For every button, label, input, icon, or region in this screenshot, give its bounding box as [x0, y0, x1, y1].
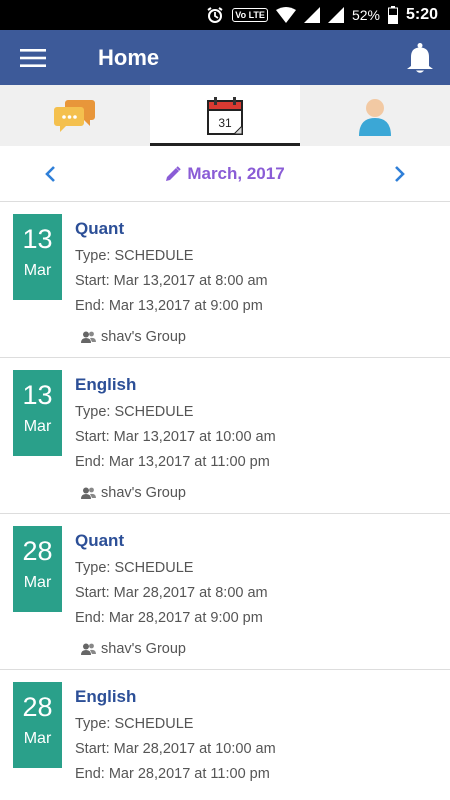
calendar-icon-day: 31	[218, 116, 232, 130]
battery-percent: 52%	[351, 7, 380, 23]
previous-month-button[interactable]	[0, 146, 100, 202]
event-item[interactable]: 28 Mar Quant Type: SCHEDULE Start: Mar 2…	[0, 514, 450, 670]
event-end: End: Mar 28,2017 at 11:00 pm	[75, 766, 270, 782]
tab-bar: 31	[0, 85, 450, 146]
event-title: English	[75, 687, 137, 706]
chevron-right-icon	[395, 165, 405, 182]
event-type: Type: SCHEDULE	[75, 404, 194, 420]
calendar-icon: 31	[207, 96, 243, 135]
event-group-name: shav's Group	[101, 329, 186, 345]
date-badge: 13 Mar	[13, 370, 62, 456]
event-type: Type: SCHEDULE	[75, 716, 194, 732]
notifications-button[interactable]	[390, 30, 450, 85]
group-icon	[81, 331, 96, 343]
status-bar: Vo LTE 52% 5:20	[0, 0, 450, 30]
event-end: End: Mar 13,2017 at 11:00 pm	[75, 454, 270, 470]
date-day: 13	[22, 380, 53, 410]
date-day: 28	[22, 692, 53, 722]
event-title: English	[75, 375, 137, 394]
date-badge: 28 Mar	[13, 682, 62, 768]
alarm-icon	[206, 6, 224, 24]
volte-badge: Vo LTE	[232, 8, 268, 22]
app-bar: Home	[0, 30, 450, 85]
hamburger-icon	[20, 48, 46, 67]
chevron-left-icon	[45, 165, 55, 182]
group-icon	[81, 487, 96, 499]
month-navigation: March, 2017	[0, 146, 450, 202]
tab-profile[interactable]	[300, 85, 450, 146]
group-icon	[81, 643, 96, 655]
date-month: Mar	[23, 418, 52, 435]
date-badge: 28 Mar	[13, 526, 62, 612]
page-title: Home	[98, 44, 160, 70]
profile-icon	[359, 98, 391, 136]
date-month: Mar	[23, 262, 52, 279]
event-title: Quant	[75, 531, 125, 550]
menu-button[interactable]	[0, 30, 66, 85]
signal-icon-2	[327, 7, 344, 23]
event-title: Quant	[75, 219, 125, 238]
pencil-icon	[166, 165, 182, 181]
event-item[interactable]: 13 Mar English Type: SCHEDULE Start: Mar…	[0, 358, 450, 514]
event-item[interactable]: 28 Mar English Type: SCHEDULE Start: Mar…	[0, 670, 450, 800]
clock: 5:20	[405, 6, 438, 23]
signal-icon	[303, 7, 320, 23]
tab-chat[interactable]	[0, 85, 150, 146]
date-day: 13	[22, 224, 53, 254]
month-selector[interactable]: March, 2017	[165, 163, 285, 184]
date-month: Mar	[23, 730, 52, 747]
event-group-name: shav's Group	[101, 641, 186, 657]
date-day: 28	[22, 536, 53, 566]
event-end: End: Mar 13,2017 at 9:00 pm	[75, 298, 263, 314]
chat-icon	[54, 99, 95, 132]
event-group-name: shav's Group	[101, 485, 186, 501]
date-badge: 13 Mar	[13, 214, 62, 300]
event-group: shav's Group	[81, 641, 186, 657]
event-start: Start: Mar 28,2017 at 10:00 am	[75, 741, 276, 757]
event-type: Type: SCHEDULE	[75, 560, 194, 576]
next-month-button[interactable]	[350, 146, 450, 202]
month-label: March, 2017	[187, 163, 285, 183]
event-item[interactable]: 13 Mar Quant Type: SCHEDULE Start: Mar 1…	[0, 202, 450, 358]
event-start: Start: Mar 13,2017 at 8:00 am	[75, 273, 268, 289]
tab-calendar[interactable]: 31	[150, 85, 300, 146]
bell-icon	[407, 42, 433, 73]
event-list: 13 Mar Quant Type: SCHEDULE Start: Mar 1…	[0, 202, 450, 800]
date-month: Mar	[23, 574, 52, 591]
event-type: Type: SCHEDULE	[75, 248, 194, 264]
battery-icon	[387, 6, 398, 24]
event-end: End: Mar 28,2017 at 9:00 pm	[75, 610, 263, 626]
event-group: shav's Group	[81, 485, 186, 501]
event-start: Start: Mar 28,2017 at 8:00 am	[75, 585, 268, 601]
event-start: Start: Mar 13,2017 at 10:00 am	[75, 429, 276, 445]
wifi-icon	[275, 7, 296, 23]
event-group: shav's Group	[81, 329, 186, 345]
